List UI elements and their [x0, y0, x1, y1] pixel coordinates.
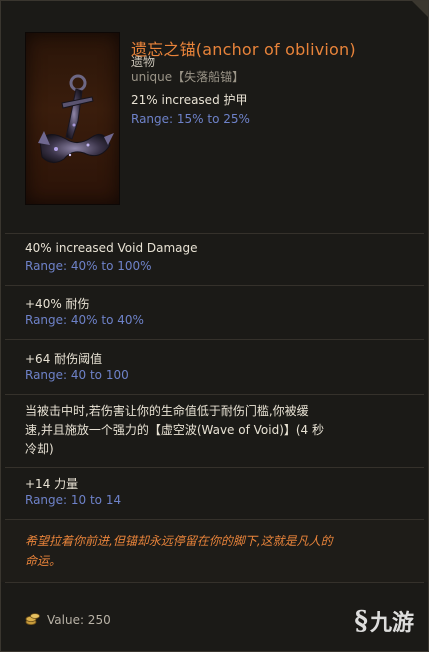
affix-endurance-threshold-range: Range: 40 to 100: [25, 368, 129, 382]
item-tooltip: 遗忘之锚(anchor of oblivion) 遗物 unique【失落船锚】…: [0, 0, 429, 652]
divider: [5, 339, 424, 340]
affix-strength-range: Range: 10 to 14: [25, 493, 122, 507]
item-name: 遗忘之锚(anchor of oblivion): [131, 40, 356, 59]
implicit-range: Range: 15% to 25%: [131, 112, 250, 126]
affix-endurance-range: Range: 40% to 40%: [25, 313, 144, 327]
watermark: § 九游: [354, 605, 414, 637]
gold-coins-icon: [25, 613, 40, 625]
item-value: Value: 250: [47, 613, 111, 627]
special-effect-line: 速,并且施放一个强力的【虚空波(Wave of Void)】(4 秒: [25, 423, 325, 437]
watermark-text: 九游: [369, 611, 414, 636]
lore-text: 希望拉着你前进,但锚却永远停留在你的脚下,这就是凡人的 命运。: [25, 531, 405, 571]
affix-endurance: +40% 耐伤: [25, 297, 90, 311]
affix-strength: +14 力量: [25, 477, 79, 491]
divider: [5, 394, 424, 395]
special-effect-line: 冷却): [25, 442, 54, 456]
divider: [5, 233, 424, 234]
special-effect-line: 当被击中时,若伤害让你的生命值低于耐伤门槛,你被缓: [25, 404, 309, 418]
corner-decoration: [412, 1, 428, 17]
lore-line: 命运。: [25, 554, 62, 568]
item-portrait: [25, 32, 120, 205]
implicit-stat: 21% increased 护甲: [131, 93, 248, 107]
divider: [5, 285, 424, 286]
affix-endurance-threshold: +64 耐伤阈值: [25, 352, 103, 366]
watermark-logo-icon: §: [354, 606, 368, 636]
affix-void-damage: 40% increased Void Damage: [25, 241, 198, 255]
special-effect: 当被击中时,若伤害让你的生命值低于耐伤门槛,你被缓 速,并且施放一个强力的【虚空…: [25, 402, 395, 459]
divider: [5, 582, 424, 583]
item-rarity: unique【失落船锚】: [131, 70, 245, 84]
anchor-icon: [38, 74, 114, 163]
lore-line: 希望拉着你前进,但锚却永远停留在你的脚下,这就是凡人的: [25, 534, 333, 548]
divider: [5, 467, 424, 468]
affix-void-damage-range: Range: 40% to 100%: [25, 259, 152, 273]
